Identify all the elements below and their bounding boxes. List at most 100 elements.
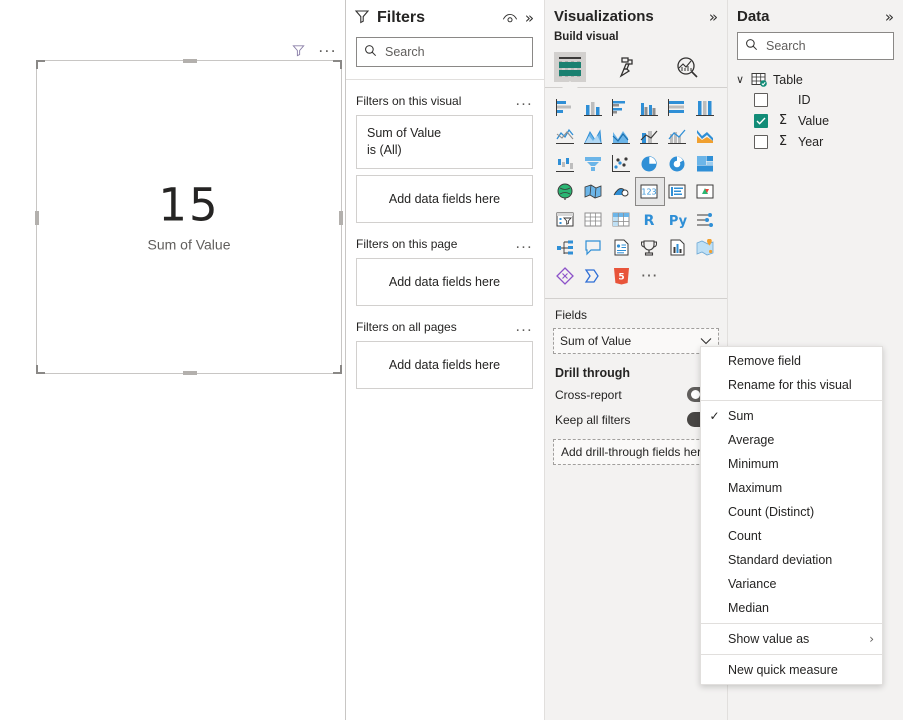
- stacked-area-chart-icon[interactable]: [608, 122, 636, 149]
- aggregation-context-menu[interactable]: Remove field Rename for this visual ✓ Su…: [700, 346, 883, 685]
- drill-through-dropzone[interactable]: Add drill-through fields here: [553, 439, 719, 465]
- waterfall-chart-icon[interactable]: [552, 150, 580, 177]
- tree-field-value[interactable]: Σ Value: [728, 110, 903, 131]
- pie-chart-icon[interactable]: [636, 150, 664, 177]
- section-more-icon[interactable]: ...: [515, 93, 533, 109]
- 100-stacked-bar-chart-icon[interactable]: [664, 94, 692, 121]
- treemap-icon[interactable]: [692, 150, 720, 177]
- python-visual-icon[interactable]: Py: [664, 206, 692, 233]
- context-menu-item-variance[interactable]: Variance: [701, 572, 882, 596]
- ribbon-chart-icon[interactable]: [692, 122, 720, 149]
- resize-handle-top[interactable]: [183, 59, 197, 63]
- resize-handle-bottom-right[interactable]: [333, 365, 342, 374]
- report-canvas[interactable]: ... 15 Sum of Value: [0, 0, 345, 720]
- stacked-bar-chart-icon[interactable]: [552, 94, 580, 121]
- context-menu-item-minimum[interactable]: Minimum: [701, 452, 882, 476]
- field-checkbox-id[interactable]: [754, 92, 768, 107]
- section-more-icon[interactable]: ...: [515, 319, 533, 335]
- tree-field-year[interactable]: Σ Year: [728, 131, 903, 152]
- fields-well-sum-of-value[interactable]: Sum of Value: [553, 328, 719, 354]
- powerapps-diamond-icon[interactable]: [552, 262, 580, 289]
- collapse-data-pane-icon[interactable]: »: [885, 9, 894, 24]
- html5-icon[interactable]: 5: [608, 262, 636, 289]
- resize-handle-top-left[interactable]: [36, 60, 45, 69]
- area-chart-icon[interactable]: [580, 122, 608, 149]
- svg-text:123: 123: [641, 187, 656, 196]
- analytics-tab[interactable]: [672, 52, 702, 82]
- card-visual[interactable]: 15 Sum of Value: [35, 59, 343, 375]
- funnel-icon[interactable]: [580, 150, 608, 177]
- multi-row-card-icon[interactable]: [664, 178, 692, 205]
- format-visual-tab[interactable]: [614, 52, 644, 82]
- context-menu-label: New quick measure: [728, 663, 838, 677]
- visual-more-options-icon[interactable]: ...: [318, 38, 337, 58]
- eye-icon[interactable]: [502, 12, 518, 24]
- key-influencers-icon[interactable]: [692, 206, 720, 233]
- tree-table-node[interactable]: ∨ Table: [728, 70, 903, 89]
- context-menu-item-sum[interactable]: ✓ Sum: [701, 404, 882, 428]
- more-visuals-icon[interactable]: ⋯: [636, 262, 664, 289]
- card-icon[interactable]: 123: [635, 177, 665, 206]
- context-menu-item-average[interactable]: Average: [701, 428, 882, 452]
- section-more-icon[interactable]: ...: [515, 236, 533, 252]
- all-pages-filter-dropzone[interactable]: Add data fields here: [356, 341, 533, 389]
- filters-pane: Filters » Search Filters on this visual …: [345, 0, 545, 720]
- context-menu-item-remove-field[interactable]: Remove field: [701, 349, 882, 373]
- context-menu-item-maximum[interactable]: Maximum: [701, 476, 882, 500]
- page-filter-dropzone[interactable]: Add data fields here: [356, 258, 533, 306]
- context-menu-label: Standard deviation: [728, 553, 833, 567]
- resize-handle-right[interactable]: [339, 211, 343, 225]
- filters-search-input[interactable]: Search: [356, 37, 533, 67]
- power-automate-icon[interactable]: [580, 262, 608, 289]
- table-icon[interactable]: [580, 206, 608, 233]
- slicer-icon[interactable]: [552, 206, 580, 233]
- context-menu-item-rename-for-this-visual[interactable]: Rename for this visual: [701, 373, 882, 397]
- context-menu-label: Median: [728, 601, 769, 615]
- arcgis-maps-icon[interactable]: [692, 234, 720, 261]
- qna-icon[interactable]: [580, 234, 608, 261]
- visual-filter-dropzone[interactable]: Add data fields here: [356, 175, 533, 223]
- 100-stacked-column-chart-icon[interactable]: [692, 94, 720, 121]
- filled-map-icon[interactable]: [580, 178, 608, 205]
- field-checkbox-year[interactable]: [754, 134, 768, 149]
- matrix-icon[interactable]: [608, 206, 636, 233]
- data-search-input[interactable]: Search: [737, 32, 894, 60]
- context-menu-item-show-value-as[interactable]: Show value as ›: [701, 627, 882, 651]
- filter-icon[interactable]: [291, 43, 306, 58]
- line-and-stacked-column-chart-icon[interactable]: [636, 122, 664, 149]
- field-checkbox-value[interactable]: [754, 113, 768, 128]
- filters-search-placeholder: Search: [385, 45, 425, 59]
- collapse-filters-pane-icon[interactable]: »: [525, 10, 534, 25]
- line-and-clustered-column-chart-icon[interactable]: [664, 122, 692, 149]
- decomposition-tree-icon[interactable]: [552, 234, 580, 261]
- clustered-column-chart-icon[interactable]: [636, 94, 664, 121]
- map-icon[interactable]: [552, 178, 580, 205]
- kpi-icon[interactable]: [692, 178, 720, 205]
- filter-card-sum-of-value[interactable]: Sum of Value is (All): [356, 115, 533, 169]
- context-menu-item-standard-deviation[interactable]: Standard deviation: [701, 548, 882, 572]
- context-menu-label: Remove field: [728, 354, 801, 368]
- build-visual-tab[interactable]: [554, 52, 586, 82]
- power-apps-icon[interactable]: [664, 234, 692, 261]
- collapse-visualizations-pane-icon[interactable]: »: [709, 9, 718, 24]
- tree-field-id[interactable]: Σ ID: [728, 89, 903, 110]
- context-menu-label: Show value as: [728, 632, 810, 646]
- context-menu-item-median[interactable]: Median: [701, 596, 882, 620]
- resize-handle-top-right[interactable]: [333, 60, 342, 69]
- context-menu-item-new-quick-measure[interactable]: New quick measure: [701, 658, 882, 682]
- stacked-column-chart-icon[interactable]: [580, 94, 608, 121]
- resize-handle-bottom-left[interactable]: [36, 365, 45, 374]
- smart-narrative-icon[interactable]: [608, 234, 636, 261]
- chevron-down-icon[interactable]: ∨: [736, 73, 748, 86]
- r-script-visual-icon[interactable]: R: [636, 206, 664, 233]
- context-menu-item-count[interactable]: Count: [701, 524, 882, 548]
- line-chart-icon[interactable]: [552, 122, 580, 149]
- donut-chart-icon[interactable]: [664, 150, 692, 177]
- resize-handle-bottom[interactable]: [183, 371, 197, 375]
- resize-handle-left[interactable]: [35, 211, 39, 225]
- clustered-bar-chart-icon[interactable]: [608, 94, 636, 121]
- paginated-report-icon[interactable]: [636, 234, 664, 261]
- scatter-chart-icon[interactable]: [608, 150, 636, 177]
- azure-map-icon[interactable]: [608, 178, 636, 205]
- context-menu-item-count-distinct[interactable]: Count (Distinct): [701, 500, 882, 524]
